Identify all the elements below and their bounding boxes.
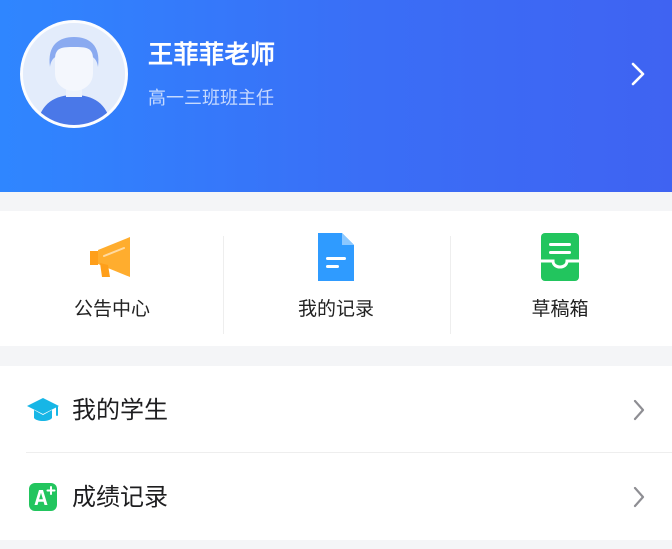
quick-action-drafts[interactable]: 草稿箱 [448,211,672,346]
megaphone-icon [86,231,138,283]
quick-action-announcements[interactable]: 公告中心 [0,211,224,346]
chevron-right-icon [628,483,650,511]
graduation-cap-icon [26,393,60,427]
teacher-avatar-icon [20,20,128,128]
bottom-spacer [0,540,672,549]
menu-list: 我的学生 成绩记录 [0,366,672,540]
chevron-right-icon [628,396,650,424]
menu-item-label: 成绩记录 [72,483,168,511]
menu-item-grade-records[interactable]: 成绩记录 [0,453,672,540]
quick-action-my-records[interactable]: 我的记录 [224,211,448,346]
menu-item-label: 我的学生 [72,396,168,424]
profile-header[interactable]: 王菲菲老师 高一三班班主任 [0,0,672,192]
drafts-tray-icon [534,231,586,283]
chevron-right-icon[interactable] [624,59,652,89]
teacher-role: 高一三班班主任 [148,88,274,109]
grade-a-plus-icon [26,480,60,514]
menu-item-my-students[interactable]: 我的学生 [0,366,672,453]
quick-actions-panel: 公告中心 我的记录 草稿箱 [0,211,672,346]
teacher-name: 王菲菲老师 [148,40,276,69]
quick-action-label: 我的记录 [297,298,374,320]
quick-action-label: 公告中心 [73,298,150,320]
quick-action-label: 草稿箱 [531,298,589,320]
document-icon [310,231,362,283]
